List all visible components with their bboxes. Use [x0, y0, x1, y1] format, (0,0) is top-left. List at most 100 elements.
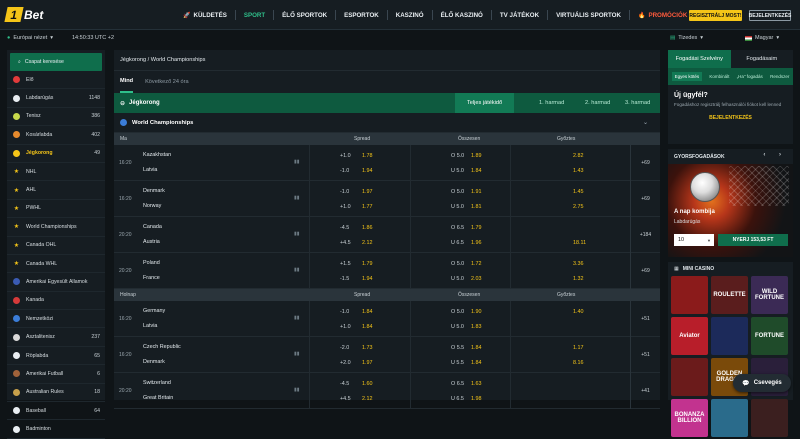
language-selector[interactable]: Magyar ▾: [745, 35, 779, 41]
total-odds[interactable]: 1.89: [471, 153, 482, 159]
sidebar-item[interactable]: ★ AHL: [7, 181, 105, 200]
more-markets[interactable]: +69: [630, 253, 660, 289]
sidebar-item[interactable]: Élő: [7, 71, 105, 90]
nav-item[interactable]: 🔥 PROMÓCIÓK: [630, 10, 695, 20]
spread-line[interactable]: -1.0: [340, 309, 349, 315]
more-markets[interactable]: +184: [630, 217, 660, 253]
sidebar-item[interactable]: Badminton: [7, 420, 105, 439]
sidebar-item[interactable]: Amerikai Egyesült Államok: [7, 273, 105, 292]
star-icon[interactable]: ★: [13, 260, 20, 267]
sidebar-item[interactable]: Amerikai Futball 6: [7, 365, 105, 384]
home-team[interactable]: Switzerland: [143, 380, 171, 386]
winner-odds[interactable]: 18.11: [573, 240, 586, 246]
spread-odds[interactable]: 1.97: [362, 189, 373, 195]
total-line[interactable]: U 6.5: [451, 396, 464, 402]
nav-item[interactable]: SPORT: [236, 10, 275, 20]
total-odds[interactable]: 1.63: [471, 381, 482, 387]
betslip-tab[interactable]: Fogadási Szelvény: [668, 50, 731, 68]
winner-odds[interactable]: 3.36: [573, 261, 584, 267]
total-odds[interactable]: 1.96: [471, 240, 482, 246]
spread-odds[interactable]: 1.86: [362, 225, 373, 231]
sidebar-item[interactable]: ★ Canada OHL: [7, 237, 105, 255]
total-line[interactable]: O 6.5: [451, 381, 464, 387]
more-markets[interactable]: +69: [630, 181, 660, 217]
total-odds[interactable]: 2.03: [471, 276, 482, 282]
sidebar-item[interactable]: Kanada: [7, 292, 105, 311]
total-line[interactable]: O 6.5: [451, 225, 464, 231]
nav-item[interactable]: ÉLŐ KASZINÓ: [433, 10, 492, 20]
brand-logo[interactable]: 1 Bet: [4, 6, 43, 23]
championship-header[interactable]: World Championships ⌄: [114, 113, 660, 133]
spread-line[interactable]: -2.0: [340, 345, 349, 351]
spread-odds[interactable]: 1.94: [362, 276, 373, 282]
odds-format-selector[interactable]: ▤ Tizedes ▾: [670, 35, 703, 41]
away-team[interactable]: France: [143, 275, 160, 281]
casino-game-tile[interactable]: Aviator: [671, 317, 708, 355]
more-markets[interactable]: +41: [630, 373, 660, 409]
total-line[interactable]: U 5.0: [451, 168, 464, 174]
carousel-arrows[interactable]: ‹ ›: [763, 152, 787, 158]
star-icon[interactable]: ★: [13, 168, 20, 175]
sidebar-item[interactable]: Asztalitenisz 237: [7, 328, 105, 347]
total-line[interactable]: O 5.5: [451, 345, 464, 351]
period-tab[interactable]: Teljes játékidő: [455, 93, 515, 113]
betslip-subtab[interactable]: Kombinált: [709, 74, 729, 79]
sidebar-item[interactable]: ★ PWHL: [7, 200, 105, 219]
register-button[interactable]: REGISZTRÁLJ MOST!: [689, 10, 742, 21]
betslip-tab[interactable]: Fogadásaim: [731, 50, 794, 68]
nav-item[interactable]: ÉLŐ SPORTOK: [274, 10, 337, 20]
spread-odds[interactable]: 1.73: [362, 345, 373, 351]
home-team[interactable]: Czech Republic: [143, 344, 181, 350]
sidebar-item[interactable]: Tenisz 386: [7, 108, 105, 127]
spread-odds[interactable]: 1.94: [362, 168, 373, 174]
total-odds[interactable]: 1.91: [471, 189, 482, 195]
winner-odds[interactable]: 8.16: [573, 360, 584, 366]
total-odds[interactable]: 1.79: [471, 225, 482, 231]
star-icon[interactable]: ★: [13, 187, 20, 194]
filter-tab[interactable]: Következő 24 óra: [145, 71, 189, 93]
nav-item[interactable]: 🚀 KÜLDETÉS: [175, 10, 236, 20]
chat-button[interactable]: 💬 Csevegés: [733, 374, 791, 392]
casino-game-tile[interactable]: FORTUNE: [751, 317, 788, 355]
total-odds[interactable]: 1.84: [471, 345, 482, 351]
total-odds[interactable]: 1.72: [471, 261, 482, 267]
total-odds[interactable]: 1.84: [471, 168, 482, 174]
away-team[interactable]: Latvia: [143, 167, 157, 173]
nav-item[interactable]: ESPORTOK: [336, 10, 388, 20]
betslip-subtab[interactable]: „Ha" fogadás: [737, 74, 763, 79]
away-team[interactable]: Denmark: [143, 359, 165, 365]
star-icon[interactable]: ★: [13, 223, 20, 230]
spread-line[interactable]: +1.5: [340, 261, 351, 267]
casino-game-tile[interactable]: [711, 317, 748, 355]
total-line[interactable]: O 5.0: [451, 309, 464, 315]
more-markets[interactable]: +69: [630, 145, 660, 181]
betslip-subtab[interactable]: Rendszer: [770, 74, 789, 79]
sidebar-item[interactable]: ★ Canada WHL: [7, 255, 105, 274]
stake-select[interactable]: 10 ▼: [674, 234, 714, 246]
home-team[interactable]: Kazakhstan: [143, 152, 171, 158]
away-team[interactable]: Austria: [143, 239, 160, 245]
spread-line[interactable]: -1.0: [340, 189, 349, 195]
total-line[interactable]: O 5.0: [451, 189, 464, 195]
view-selector[interactable]: ● Európai nézet ▾: [7, 35, 53, 41]
sidebar-item[interactable]: Kosárlabda 402: [7, 126, 105, 145]
spread-line[interactable]: +1.0: [340, 204, 351, 210]
star-icon[interactable]: ★: [13, 205, 20, 212]
stats-icon[interactable]: ▮▮: [294, 267, 300, 273]
total-line[interactable]: U 5.0: [451, 324, 464, 330]
sidebar-item[interactable]: Baseball 64: [7, 402, 105, 421]
spread-odds[interactable]: 1.60: [362, 381, 373, 387]
total-odds[interactable]: 1.98: [471, 396, 482, 402]
team-search[interactable]: ⌕ Csapat keresése: [10, 53, 102, 71]
home-team[interactable]: Denmark: [143, 188, 165, 194]
total-line[interactable]: U 5.0: [451, 204, 464, 210]
home-team[interactable]: Poland: [143, 260, 160, 266]
betslip-subtab[interactable]: Egyes kötés: [671, 72, 703, 81]
spread-odds[interactable]: 1.77: [362, 204, 373, 210]
casino-game-tile[interactable]: WILD FORTUNE: [751, 276, 788, 314]
spread-odds[interactable]: 1.78: [362, 153, 373, 159]
nav-item[interactable]: KASZINÓ: [388, 10, 433, 20]
stats-icon[interactable]: ▮▮: [294, 159, 300, 165]
betslip-login-link[interactable]: BEJELENTKEZÉS: [668, 107, 793, 121]
home-team[interactable]: Canada: [143, 224, 162, 230]
